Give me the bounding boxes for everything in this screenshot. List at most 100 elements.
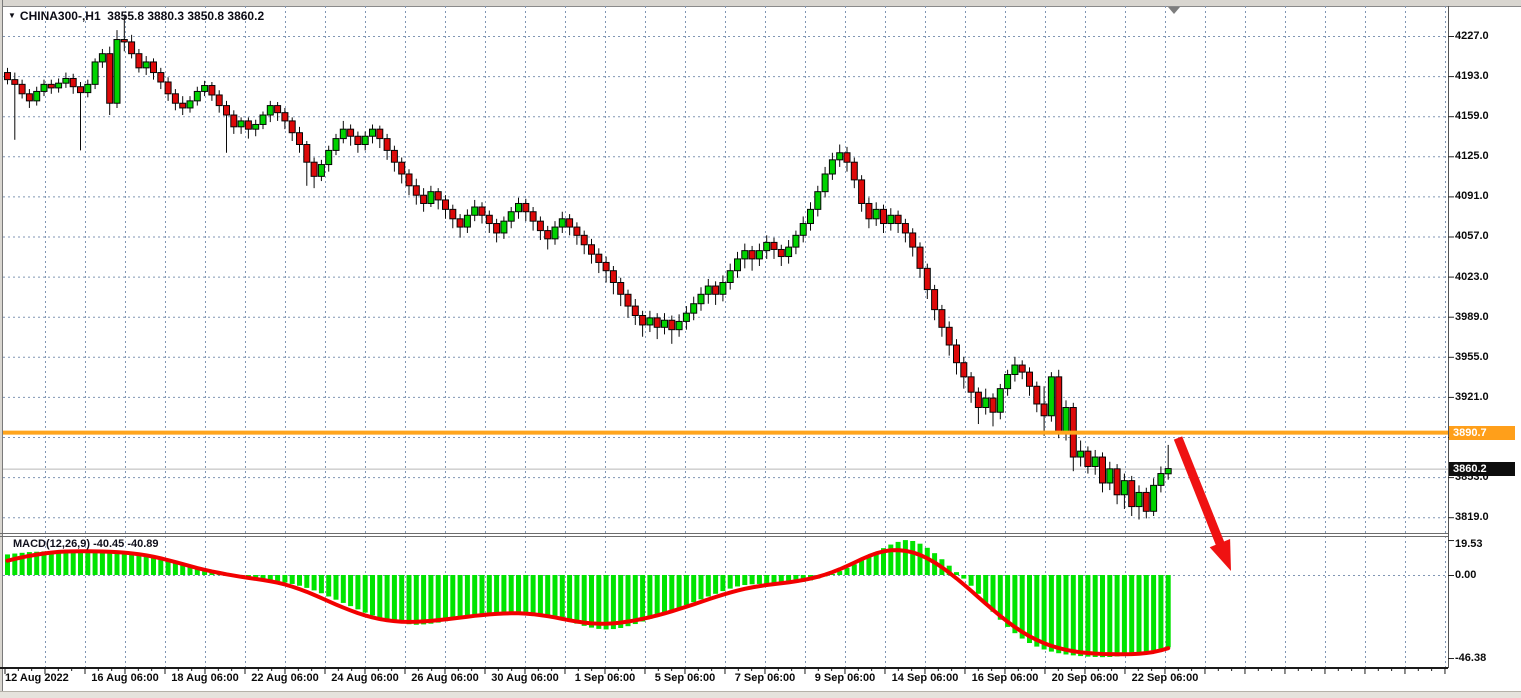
chart-canvas[interactable] xyxy=(0,0,1521,698)
macd-bar xyxy=(290,575,295,584)
macd-bar xyxy=(487,575,492,614)
bull-candle xyxy=(888,215,894,223)
bull-candle xyxy=(727,271,733,283)
bear-candle xyxy=(384,139,390,151)
bear-candle xyxy=(1143,492,1149,511)
macd-bar xyxy=(370,575,375,615)
bull-candle xyxy=(41,84,47,91)
bear-candle xyxy=(180,103,186,108)
bear-candle xyxy=(603,262,609,270)
bull-candle xyxy=(92,62,98,84)
bull-candle xyxy=(786,247,792,256)
macd-bar xyxy=(1071,575,1076,655)
bull-candle xyxy=(800,224,806,236)
bear-candle xyxy=(421,195,427,203)
chart-shift-triangle-icon[interactable] xyxy=(1168,7,1180,14)
bull-candle xyxy=(472,207,478,215)
bull-candle xyxy=(1158,474,1164,486)
bull-candle xyxy=(1165,469,1171,474)
bear-candle xyxy=(910,233,916,247)
macd-bar xyxy=(523,575,528,612)
bear-candle xyxy=(932,290,938,310)
macd-bar xyxy=(713,575,718,594)
macd-bar xyxy=(699,575,704,599)
bull-candle xyxy=(253,124,259,129)
macd-indicator-label: MACD(12,26,9) -40.45 -40.89 xyxy=(13,538,159,550)
bull-candle xyxy=(187,101,193,108)
bull-candle xyxy=(1151,485,1157,511)
bear-candle xyxy=(48,84,54,88)
ohlc-values: 3855.8 3880.3 3850.8 3860.2 xyxy=(107,9,264,23)
macd-bar xyxy=(363,575,368,613)
macd-bar xyxy=(720,575,725,591)
macd-bar xyxy=(669,575,674,611)
bull-candle xyxy=(508,212,514,221)
bear-candle xyxy=(129,42,135,54)
bear-candle xyxy=(5,73,11,80)
bull-candle xyxy=(34,91,40,100)
bull-candle xyxy=(1048,377,1054,416)
bear-candle xyxy=(954,345,960,363)
macd-bar xyxy=(677,575,682,608)
bear-candle xyxy=(917,247,923,268)
bear-candle xyxy=(574,227,580,235)
macd-bar xyxy=(1129,575,1134,654)
price-tick-label: 4091.0 xyxy=(1455,189,1519,203)
bear-candle xyxy=(1019,365,1025,372)
bull-candle xyxy=(1092,457,1098,466)
bear-candle xyxy=(479,207,485,215)
bear-candle xyxy=(12,80,18,85)
bear-candle xyxy=(1041,404,1047,416)
bear-candle xyxy=(311,162,317,176)
macd-bar xyxy=(100,551,105,575)
macd-bar xyxy=(1093,575,1098,657)
bull-candle xyxy=(143,62,149,68)
macd-bar xyxy=(757,575,762,584)
macd-bar xyxy=(1107,575,1112,657)
time-tick-label: 7 Sep 06:00 xyxy=(720,672,810,684)
macd-bar xyxy=(122,552,127,575)
macd-bar xyxy=(691,575,696,602)
macd-bar xyxy=(604,575,609,629)
macd-bar xyxy=(859,560,864,575)
macd-bar xyxy=(655,575,660,616)
bear-candle xyxy=(654,318,660,327)
macd-bar xyxy=(63,551,68,575)
bear-candle xyxy=(523,203,529,211)
macd-bar xyxy=(85,551,90,575)
bull-candle xyxy=(114,40,120,104)
price-tick-label: 4159.0 xyxy=(1455,109,1519,123)
bear-candle xyxy=(946,327,952,345)
bear-candle xyxy=(866,203,872,218)
orange-resistance-line xyxy=(3,431,1448,435)
bear-candle xyxy=(165,82,171,94)
bear-candle xyxy=(618,282,624,294)
macd-bar xyxy=(399,575,404,623)
macd-bar xyxy=(531,575,536,613)
macd-bar xyxy=(633,575,638,624)
macd-bar xyxy=(574,575,579,624)
time-tick-label: 24 Aug 06:00 xyxy=(320,672,410,684)
bull-candle xyxy=(997,389,1003,413)
bull-candle xyxy=(1136,492,1142,506)
macd-bar xyxy=(662,575,667,613)
time-tick-label: 22 Sep 06:00 xyxy=(1120,672,1210,684)
macd-bar xyxy=(567,575,572,621)
macd-bar xyxy=(516,575,521,612)
macd-bar xyxy=(866,556,871,575)
macd-bar xyxy=(1078,575,1083,656)
bear-candle xyxy=(859,180,865,204)
bear-candle xyxy=(78,87,84,93)
bear-candle xyxy=(406,174,412,186)
macd-bar xyxy=(538,575,543,614)
bear-candle xyxy=(881,209,887,223)
time-tick-label: 16 Aug 06:00 xyxy=(80,672,170,684)
bull-candle xyxy=(698,294,704,303)
bear-candle xyxy=(713,286,719,294)
macd-bar xyxy=(436,575,441,623)
bull-candle xyxy=(552,227,558,239)
macd-bar xyxy=(582,575,587,626)
macd-bar xyxy=(1085,575,1090,657)
collapse-triangle-icon[interactable]: ▼ xyxy=(8,11,16,20)
time-tick-label: 9 Sep 06:00 xyxy=(800,672,890,684)
